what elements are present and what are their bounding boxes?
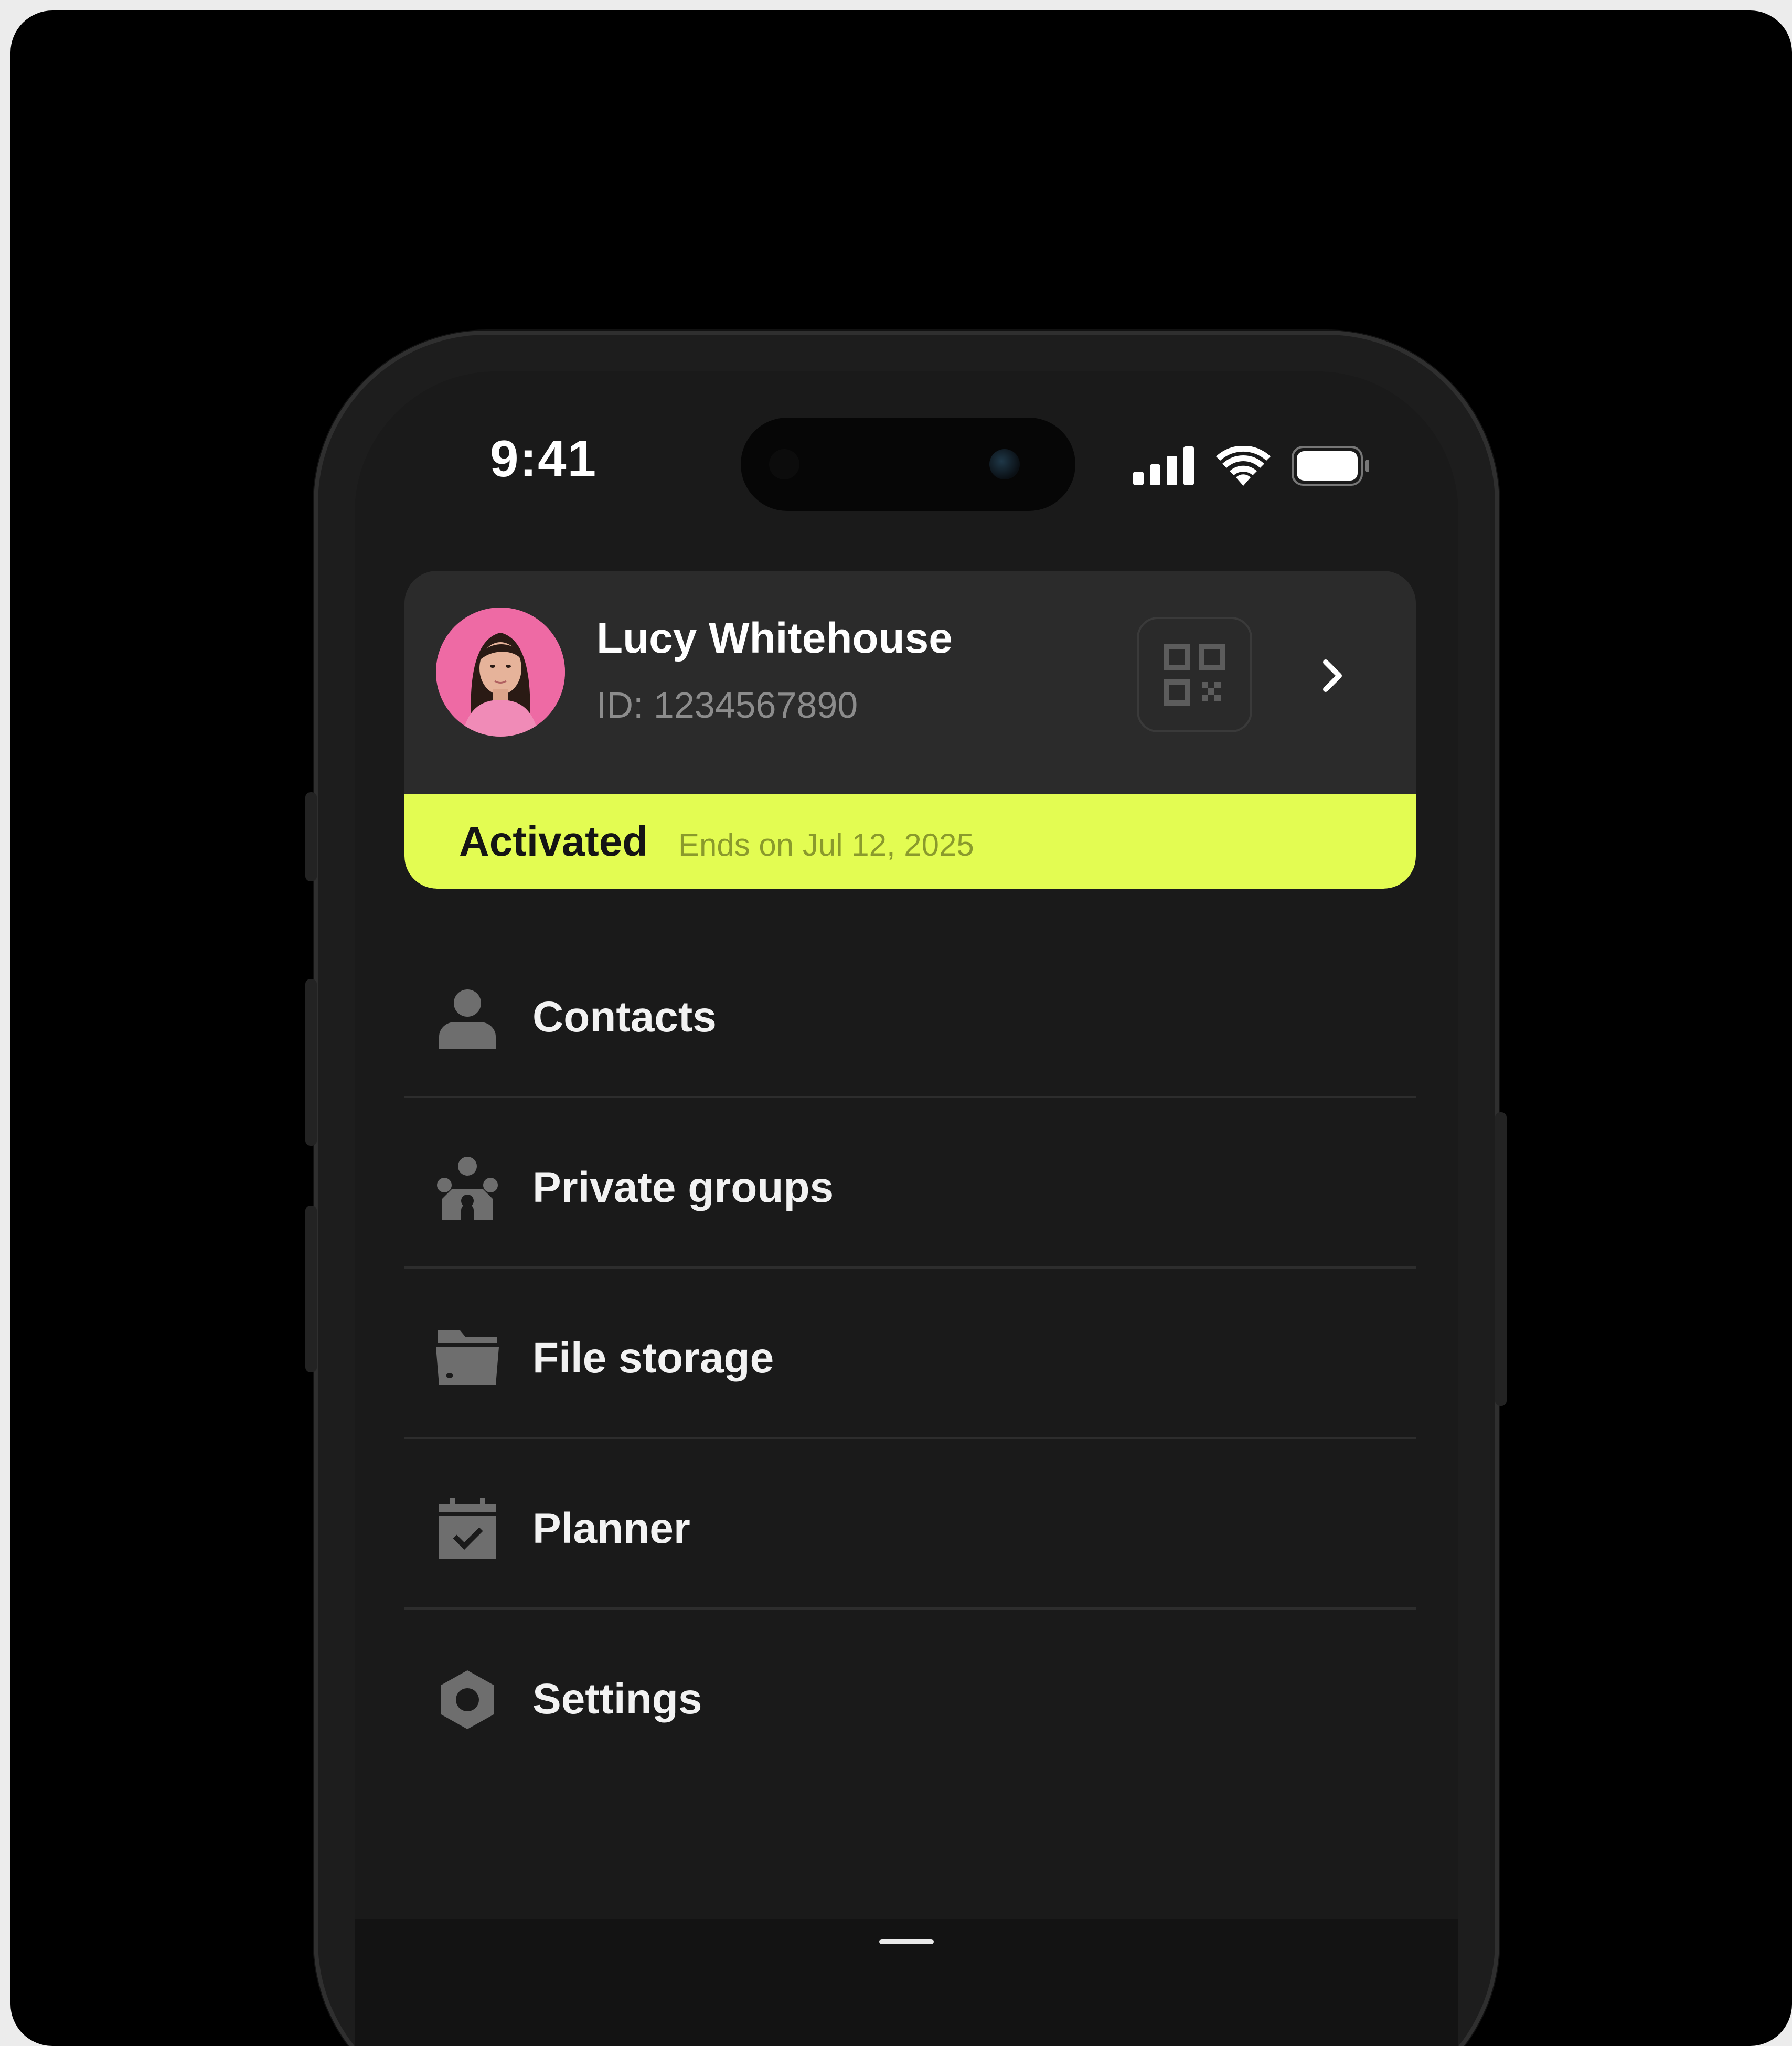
menu-item-label: Private groups — [532, 1164, 834, 1211]
subscription-status-strip: Activated Ends on Jul 12, 2025 — [404, 794, 1416, 889]
battery-icon — [1292, 446, 1369, 486]
home-indicator[interactable] — [879, 1939, 934, 1944]
bottom-panel — [355, 1919, 1458, 2046]
avatar[interactable] — [436, 608, 565, 737]
front-camera — [769, 449, 799, 479]
wifi-icon — [1216, 446, 1271, 486]
subscription-status: Activated — [459, 818, 648, 865]
user-name: Lucy Whitehouse — [596, 614, 953, 662]
menu-item-label: Contacts — [532, 993, 717, 1041]
person-icon — [439, 989, 496, 1049]
subscription-end-date: Ends on Jul 12, 2025 — [678, 827, 974, 862]
group-icon — [437, 1157, 498, 1220]
menu-item-private-groups[interactable]: Private groups — [404, 1098, 1416, 1269]
menu-item-label: Planner — [532, 1505, 690, 1552]
calendar-check-icon — [439, 1498, 496, 1559]
dynamic-island — [741, 418, 1075, 511]
cellular-signal-icon — [1133, 446, 1194, 485]
status-time: 9:41 — [490, 430, 598, 487]
volume-up-button — [305, 979, 317, 1146]
user-id: ID: 1234567890 — [596, 685, 858, 726]
menu-item-label: File storage — [532, 1334, 774, 1382]
status-icons — [1133, 445, 1370, 487]
menu-item-file-storage[interactable]: File storage — [404, 1269, 1416, 1439]
profile-card[interactable]: Lucy Whitehouse ID: 1234567890 Activated… — [404, 571, 1416, 889]
menu-item-settings[interactable]: Settings — [404, 1610, 1416, 1780]
avatar-photo — [436, 608, 565, 737]
phone-screen: 9:41 Lucy Whitehouse ID: 1234567890 Acti… — [355, 371, 1458, 2046]
profile-chevron-button[interactable] — [1307, 649, 1359, 702]
background-card: 9:41 Lucy Whitehouse ID: 1234567890 Acti… — [10, 10, 1792, 2046]
hexagon-settings-icon — [441, 1670, 494, 1729]
power-button — [1495, 1112, 1507, 1406]
camera-lens — [989, 449, 1020, 479]
menu-list: Contacts Private groups File storage Pla… — [404, 928, 1416, 1780]
menu-item-contacts[interactable]: Contacts — [404, 928, 1416, 1098]
chevron-right-icon — [1323, 659, 1342, 692]
action-button — [305, 792, 317, 881]
menu-item-planner[interactable]: Planner — [404, 1439, 1416, 1610]
folder-icon — [436, 1330, 499, 1385]
qr-code-icon — [1164, 644, 1225, 706]
volume-down-button — [305, 1206, 317, 1372]
menu-item-label: Settings — [532, 1675, 702, 1723]
qr-code-button[interactable] — [1137, 617, 1252, 732]
